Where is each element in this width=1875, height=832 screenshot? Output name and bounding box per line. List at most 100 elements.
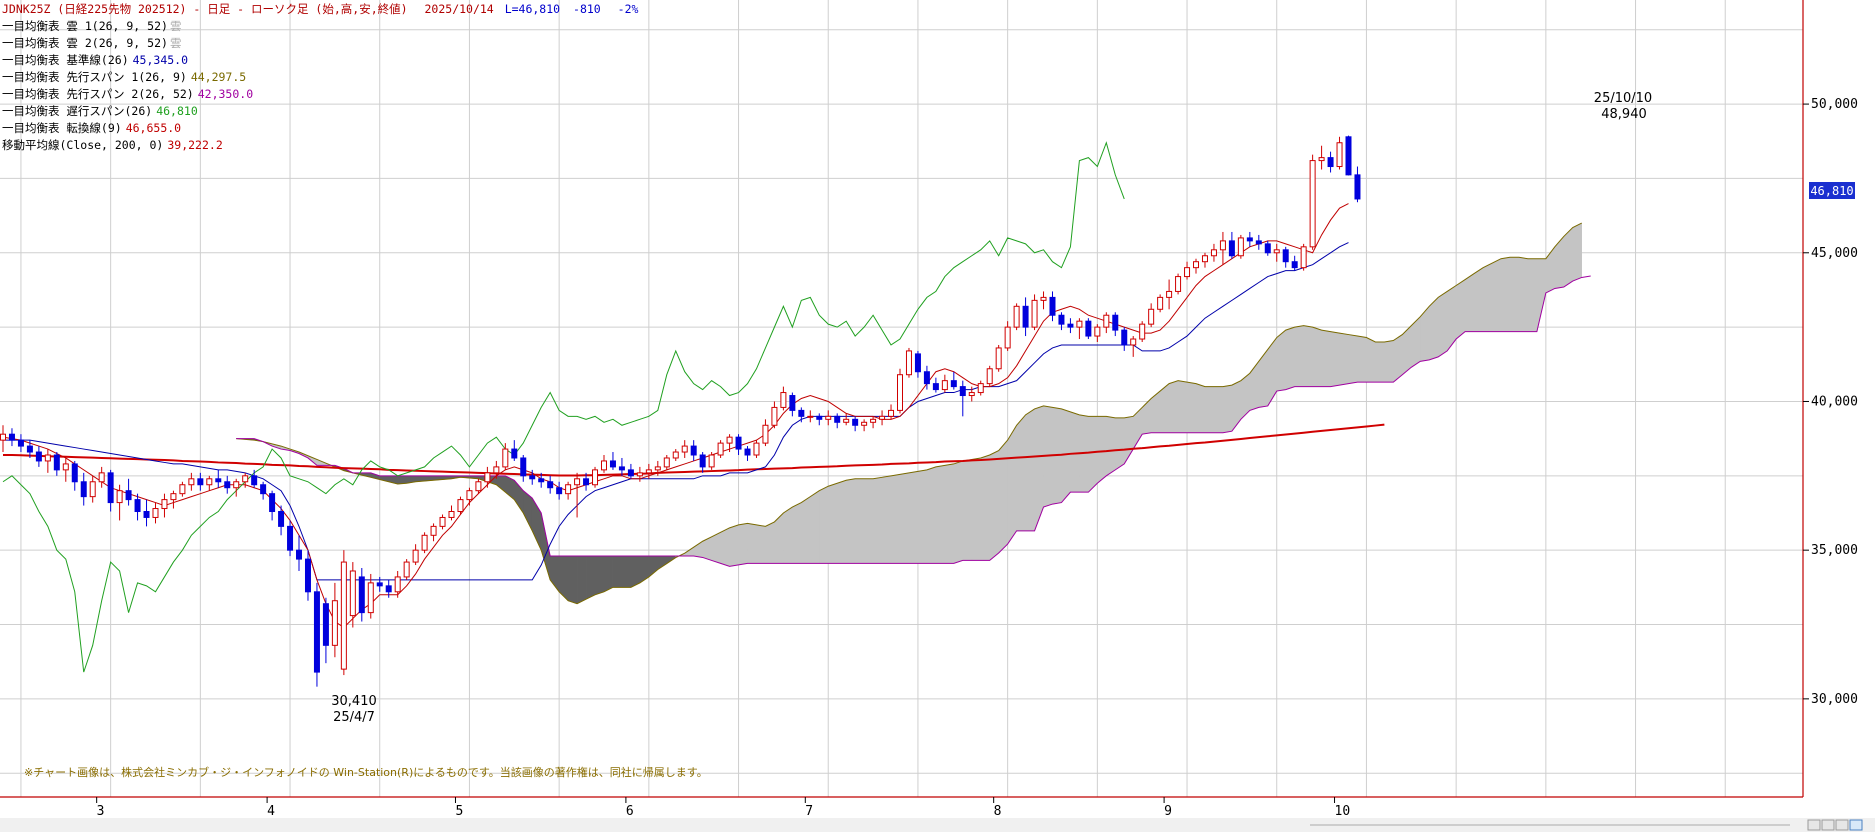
cloud-segment xyxy=(836,479,847,564)
cloud-segment xyxy=(810,490,820,564)
cloud-segment xyxy=(1088,416,1098,493)
candle-body xyxy=(1166,290,1173,298)
chart: 30,000 35,000 40,000 45,000 50,000 3 4 5 6 7 8 9 10… xyxy=(0,0,1875,832)
cloud-segment xyxy=(1061,408,1071,504)
cloud-segment xyxy=(612,555,623,588)
high-date-annotation: 25/10/10 xyxy=(1594,91,1652,106)
cloud-segment xyxy=(720,527,730,567)
cloud-segment xyxy=(917,469,928,564)
cloud-segment xyxy=(567,555,578,605)
horizontal-scrollbar[interactable] xyxy=(0,818,1875,832)
candle-body xyxy=(1031,299,1038,328)
candle-body xyxy=(1318,157,1325,162)
candle-body xyxy=(1291,261,1298,269)
candle-body xyxy=(681,445,688,453)
x-tick-label: 8 xyxy=(994,804,1002,819)
candle-body xyxy=(1004,326,1011,349)
candle-body xyxy=(1282,249,1289,263)
candle-body xyxy=(376,582,383,587)
candle-body xyxy=(1040,296,1047,301)
cloud-segment xyxy=(1195,383,1206,433)
candle-body xyxy=(502,448,509,468)
candle-body xyxy=(26,445,33,453)
cloud-segment xyxy=(819,485,829,564)
candle-body xyxy=(1327,157,1334,168)
candle-body xyxy=(484,472,491,483)
candle-body xyxy=(278,511,285,527)
cloud-segment xyxy=(1375,341,1385,383)
scroll-right-icon[interactable] xyxy=(1821,819,1835,831)
cloud-segment xyxy=(944,463,955,564)
candle-body xyxy=(914,353,921,373)
cloud-segment xyxy=(1276,329,1286,392)
candle-body xyxy=(304,558,311,593)
cloud-segment xyxy=(1204,386,1215,433)
candle-body xyxy=(1300,246,1307,269)
cloud-segment xyxy=(1285,326,1295,390)
candle-body xyxy=(592,469,599,486)
candle-body xyxy=(1336,142,1343,168)
cloud-segment xyxy=(1527,258,1538,332)
high-value-annotation: 48,940 xyxy=(1601,107,1647,122)
cloud-segment xyxy=(1294,325,1304,387)
zoom-out-icon[interactable] xyxy=(1835,819,1849,831)
x-tick-label: 7 xyxy=(805,804,813,819)
candle-body xyxy=(771,406,778,426)
candle-body xyxy=(170,493,177,501)
candle-body xyxy=(663,457,670,468)
candle-body xyxy=(1085,320,1092,337)
candle-body xyxy=(511,448,518,459)
cloud-segment xyxy=(729,524,739,567)
candle-body xyxy=(995,347,1002,370)
candle-body xyxy=(1246,237,1253,242)
cloud-segment xyxy=(845,478,856,564)
candle-body xyxy=(843,418,850,423)
candle-body xyxy=(412,549,419,563)
candle-body xyxy=(457,499,464,513)
x-tick-label: 10 xyxy=(1335,804,1351,819)
cloud-segment xyxy=(1339,332,1349,386)
cloud-segment xyxy=(1159,383,1170,433)
candle-body xyxy=(905,350,912,376)
cloud-segment xyxy=(738,523,748,566)
cloud-segment xyxy=(1213,386,1224,433)
candle-body xyxy=(977,383,984,394)
candle-body xyxy=(932,383,939,391)
cloud-segment xyxy=(1330,331,1340,387)
cloud-segment xyxy=(1384,340,1394,383)
cloud-segment xyxy=(926,466,937,564)
chart-title: JDNK25Z (日経225先物 202512) - 日足 - ローソク足 (始… xyxy=(2,2,639,16)
cloud-segment xyxy=(792,502,802,564)
candle-body xyxy=(708,454,715,468)
candle-body xyxy=(62,463,69,471)
candle-body xyxy=(35,451,42,462)
candle-body xyxy=(1148,308,1155,325)
last-price-tag: 46,810 xyxy=(1809,182,1855,199)
x-tick-label: 5 xyxy=(455,804,463,819)
legend-item: 一目均衡表 転換線(9) 46,655.0 xyxy=(2,121,181,135)
low-value-annotation: 30,410 xyxy=(331,694,377,709)
candle-body xyxy=(1076,320,1083,328)
candle-body xyxy=(762,424,769,444)
cloud-segment xyxy=(998,439,1008,554)
candle-body xyxy=(116,490,123,504)
candle-body xyxy=(152,508,159,518)
candle-body xyxy=(1121,329,1128,346)
candle-body xyxy=(206,478,213,486)
cloud-segment xyxy=(1491,258,1502,332)
cloud-segment xyxy=(1222,384,1233,433)
candle-body xyxy=(71,463,78,483)
zoom-in-icon[interactable] xyxy=(1849,819,1863,831)
cloud-segment xyxy=(1518,256,1529,332)
candle-body xyxy=(618,466,625,471)
candle-body xyxy=(672,451,679,459)
candle-body xyxy=(780,392,787,408)
candle-body xyxy=(645,469,652,474)
cloud-segment xyxy=(1393,334,1403,383)
candle-body xyxy=(1130,338,1137,346)
candle-body xyxy=(8,433,15,441)
scroll-left-icon[interactable] xyxy=(1807,819,1821,831)
candle-body xyxy=(367,582,374,614)
candle-body xyxy=(1345,136,1352,176)
cloud-segment xyxy=(1428,296,1439,361)
